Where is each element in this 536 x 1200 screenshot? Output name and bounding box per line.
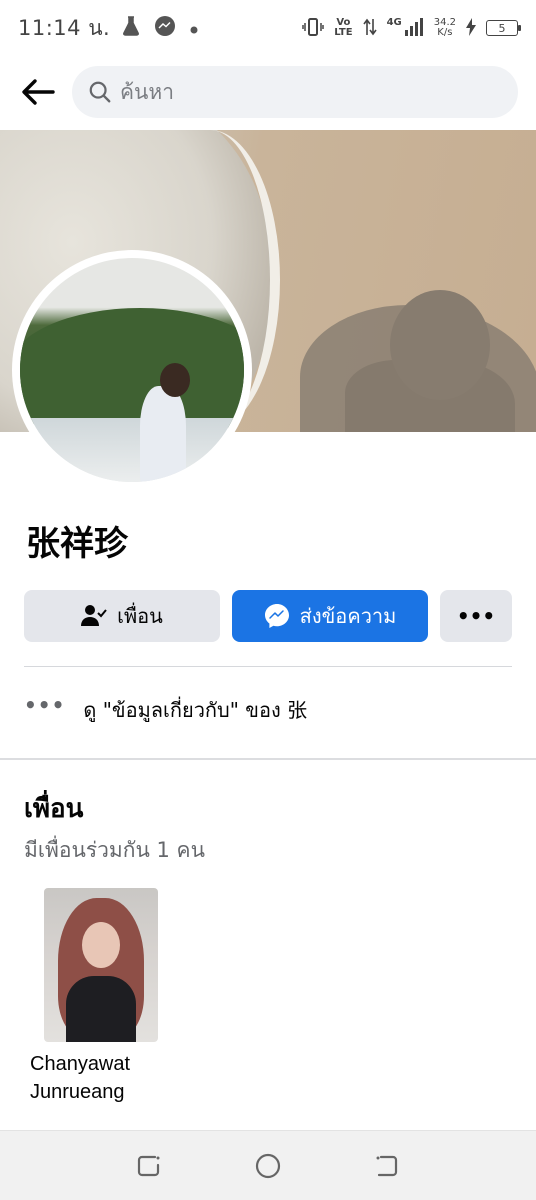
back-arrow-icon: [22, 79, 55, 105]
status-right: Vo LTE 4G 34.2 K/s 5: [302, 16, 521, 40]
avatar-photo: [20, 258, 244, 482]
profile-avatar[interactable]: [12, 250, 252, 490]
friend-photo-face: [82, 922, 120, 968]
back-button[interactable]: [18, 72, 58, 112]
avatar-figure-head: [160, 363, 190, 397]
profile-actions: เพื่อน ส่งข้อความ •••: [24, 590, 512, 642]
lab-flask-icon: [122, 16, 140, 40]
recents-icon: [138, 1155, 160, 1176]
data-transfer-icon: [362, 17, 377, 40]
speed-unit: K/s: [437, 27, 453, 38]
dot-icon: [190, 19, 198, 38]
friend-name-line2: Junrueang: [30, 1081, 125, 1103]
more-dots-icon: •••: [456, 604, 496, 628]
search-header: [0, 56, 536, 128]
search-icon: [89, 81, 111, 103]
about-dots-icon: •••: [24, 693, 66, 717]
message-button-label: ส่งข้อความ: [299, 604, 397, 628]
back-nav-icon: [376, 1155, 397, 1176]
avatar-hill: [20, 308, 244, 428]
volte-bottom: LTE: [334, 27, 353, 38]
friend-button[interactable]: เพื่อน: [24, 590, 220, 642]
divider: [24, 666, 512, 667]
battery-indicator: 5: [486, 20, 521, 36]
network-generation: 4G: [386, 16, 402, 28]
friend-photo[interactable]: [44, 888, 158, 1042]
about-info-link[interactable]: ••• ดู "ข้อมูลเกี่ยวกับ" ของ 张: [24, 693, 308, 726]
friend-name[interactable]: Chanyawat Junrueang: [30, 1050, 170, 1106]
status-time: 11:14 น.: [18, 15, 111, 40]
mutual-friends-count: มีเพื่อนร่วมกัน 1 คน: [24, 838, 205, 862]
avatar-sea: [20, 418, 244, 482]
more-options-button[interactable]: •••: [440, 590, 512, 642]
friend-check-icon: [81, 605, 107, 626]
section-separator: [0, 758, 536, 760]
signal-bars-icon: [404, 17, 424, 39]
battery-level: 5: [498, 21, 506, 35]
system-nav-bar: [0, 1130, 536, 1200]
friend-photo-shirt: [66, 976, 136, 1042]
signal-indicator: 4G: [386, 16, 424, 39]
friend-card[interactable]: Chanyawat Junrueang: [30, 888, 170, 1106]
message-button[interactable]: ส่งข้อความ: [232, 590, 428, 642]
network-speed: 34.2 K/s: [434, 18, 456, 38]
home-circle-icon: [255, 1153, 281, 1178]
vibrate-icon: [302, 17, 324, 40]
search-input[interactable]: [119, 80, 502, 104]
messenger-notification-icon: [154, 15, 176, 41]
home-button[interactable]: [248, 1146, 288, 1186]
friend-button-label: เพื่อน: [117, 604, 163, 628]
about-info-label: ดู "ข้อมูลเกี่ยวกับ" ของ 张: [83, 698, 308, 722]
status-bar: 11:14 น. Vo LTE 4G 34.2 K/s 5: [0, 0, 536, 56]
friends-section-title[interactable]: เพื่อน: [24, 788, 83, 829]
avatar-figure: [140, 386, 186, 482]
recents-button[interactable]: [129, 1146, 169, 1186]
back-nav-button[interactable]: [367, 1146, 407, 1186]
charging-icon: [466, 17, 476, 39]
search-box[interactable]: [72, 66, 518, 118]
cover-shadow-head: [390, 290, 490, 400]
messenger-icon: [264, 604, 289, 628]
status-notifications: [122, 15, 198, 41]
friend-name-line1: Chanyawat: [30, 1053, 131, 1075]
profile-name: 张祥珍: [26, 524, 128, 564]
volte-indicator: Vo LTE: [334, 18, 352, 38]
